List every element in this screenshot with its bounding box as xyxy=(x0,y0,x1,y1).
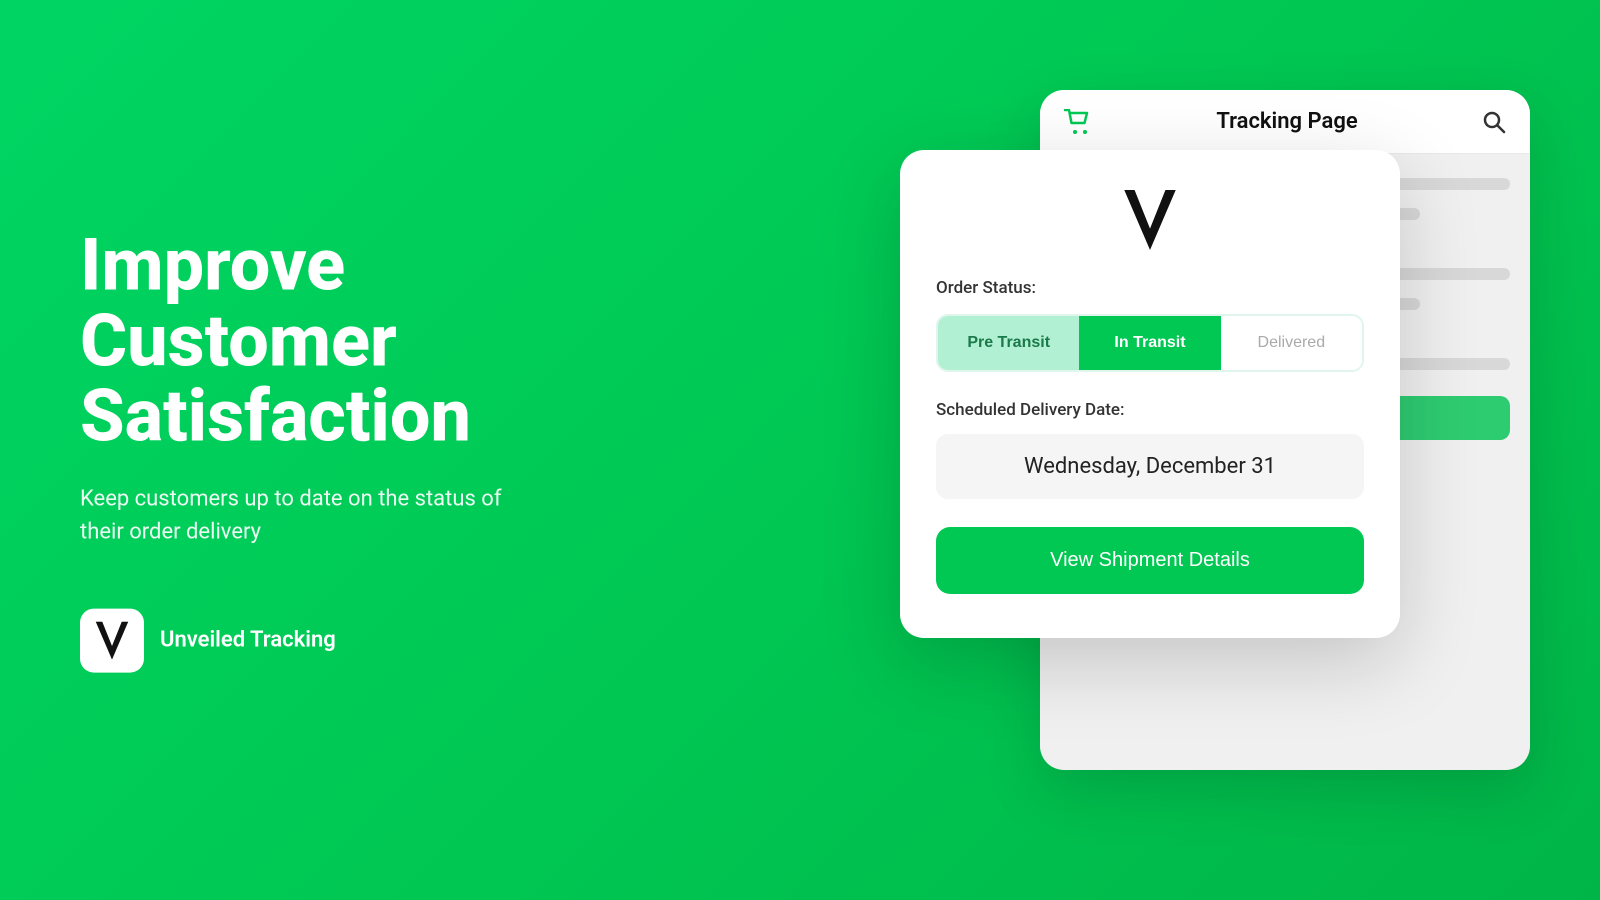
brand-name: Unveiled Tracking xyxy=(160,628,336,653)
view-shipment-button[interactable]: View Shipment Details xyxy=(936,527,1364,594)
left-section: Improve Customer Satisfaction Keep custo… xyxy=(80,228,600,673)
brand-v-icon xyxy=(93,621,131,659)
delivery-date-box: Wednesday, December 31 xyxy=(936,434,1364,499)
card-v-logo-icon xyxy=(1120,190,1180,250)
tab-pre-transit[interactable]: Pre Transit xyxy=(938,316,1079,370)
brand-row: Unveiled Tracking xyxy=(80,608,600,672)
delivery-date-label: Scheduled Delivery Date: xyxy=(936,400,1364,420)
order-status-label: Order Status: xyxy=(936,278,1364,298)
status-tabs: Pre Transit In Transit Delivered xyxy=(936,314,1364,372)
card-logo xyxy=(936,190,1364,250)
tracking-page-header: Tracking Page xyxy=(1040,90,1530,154)
tab-in-transit[interactable]: In Transit xyxy=(1079,316,1220,370)
main-headline: Improve Customer Satisfaction xyxy=(80,228,600,455)
cart-icon xyxy=(1064,109,1092,135)
right-section: Tracking Page Order Status: Pr xyxy=(1000,90,1540,810)
search-icon[interactable] xyxy=(1482,110,1506,134)
brand-logo-box xyxy=(80,608,144,672)
tab-delivered[interactable]: Delivered xyxy=(1221,316,1362,370)
tracking-page-title: Tracking Page xyxy=(1216,109,1357,134)
tracking-card: Order Status: Pre Transit In Transit Del… xyxy=(900,150,1400,638)
sub-text: Keep customers up to date on the status … xyxy=(80,482,510,548)
